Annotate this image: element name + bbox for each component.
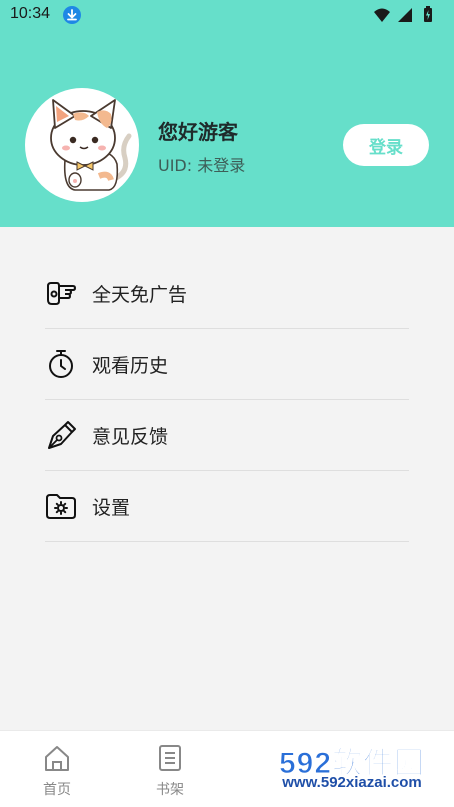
- menu-list: 全天免广告 观看历史 意见反馈 设置: [45, 258, 409, 542]
- wifi-icon: [374, 8, 390, 22]
- watermark-url: www.592xiazai.com: [282, 774, 422, 791]
- stopwatch-icon: [45, 348, 77, 380]
- nav-label-home: 首页: [43, 782, 71, 798]
- greeting-title: 您好游客: [158, 120, 238, 144]
- status-time: 10:34: [10, 5, 51, 22]
- pen-nib-icon: [45, 419, 77, 451]
- menu-label: 设置: [92, 496, 131, 519]
- nav-item-bookshelf[interactable]: 书架: [140, 743, 200, 799]
- status-bar: 10:34: [0, 0, 454, 30]
- menu-label: 全天免广告: [92, 283, 188, 306]
- cat-avatar-icon: [50, 99, 132, 191]
- signal-icon: [398, 8, 412, 22]
- bookshelf-icon: [155, 745, 185, 777]
- watermark: 592软件园 www.592xiazai.com: [250, 730, 454, 807]
- battery-icon: [424, 6, 432, 22]
- login-button[interactable]: 登录: [343, 124, 429, 166]
- download-icon: [63, 6, 81, 24]
- status-icons: [374, 5, 444, 25]
- uid-label: UID: 未登录: [158, 156, 246, 175]
- avatar[interactable]: [25, 88, 139, 202]
- menu-label: 意见反馈: [92, 425, 169, 448]
- menu-label: 观看历史: [92, 354, 169, 377]
- pointing-hand-icon: [45, 277, 77, 309]
- menu-item-no-ads[interactable]: 全天免广告: [45, 258, 409, 329]
- nav-item-home[interactable]: 首页: [27, 743, 87, 799]
- nav-label-bookshelf: 书架: [156, 782, 184, 798]
- home-icon: [42, 746, 72, 777]
- settings-folder-icon: [45, 490, 77, 522]
- menu-item-settings[interactable]: 设置: [45, 471, 409, 542]
- menu-item-history[interactable]: 观看历史: [45, 329, 409, 400]
- menu-item-feedback[interactable]: 意见反馈: [45, 400, 409, 471]
